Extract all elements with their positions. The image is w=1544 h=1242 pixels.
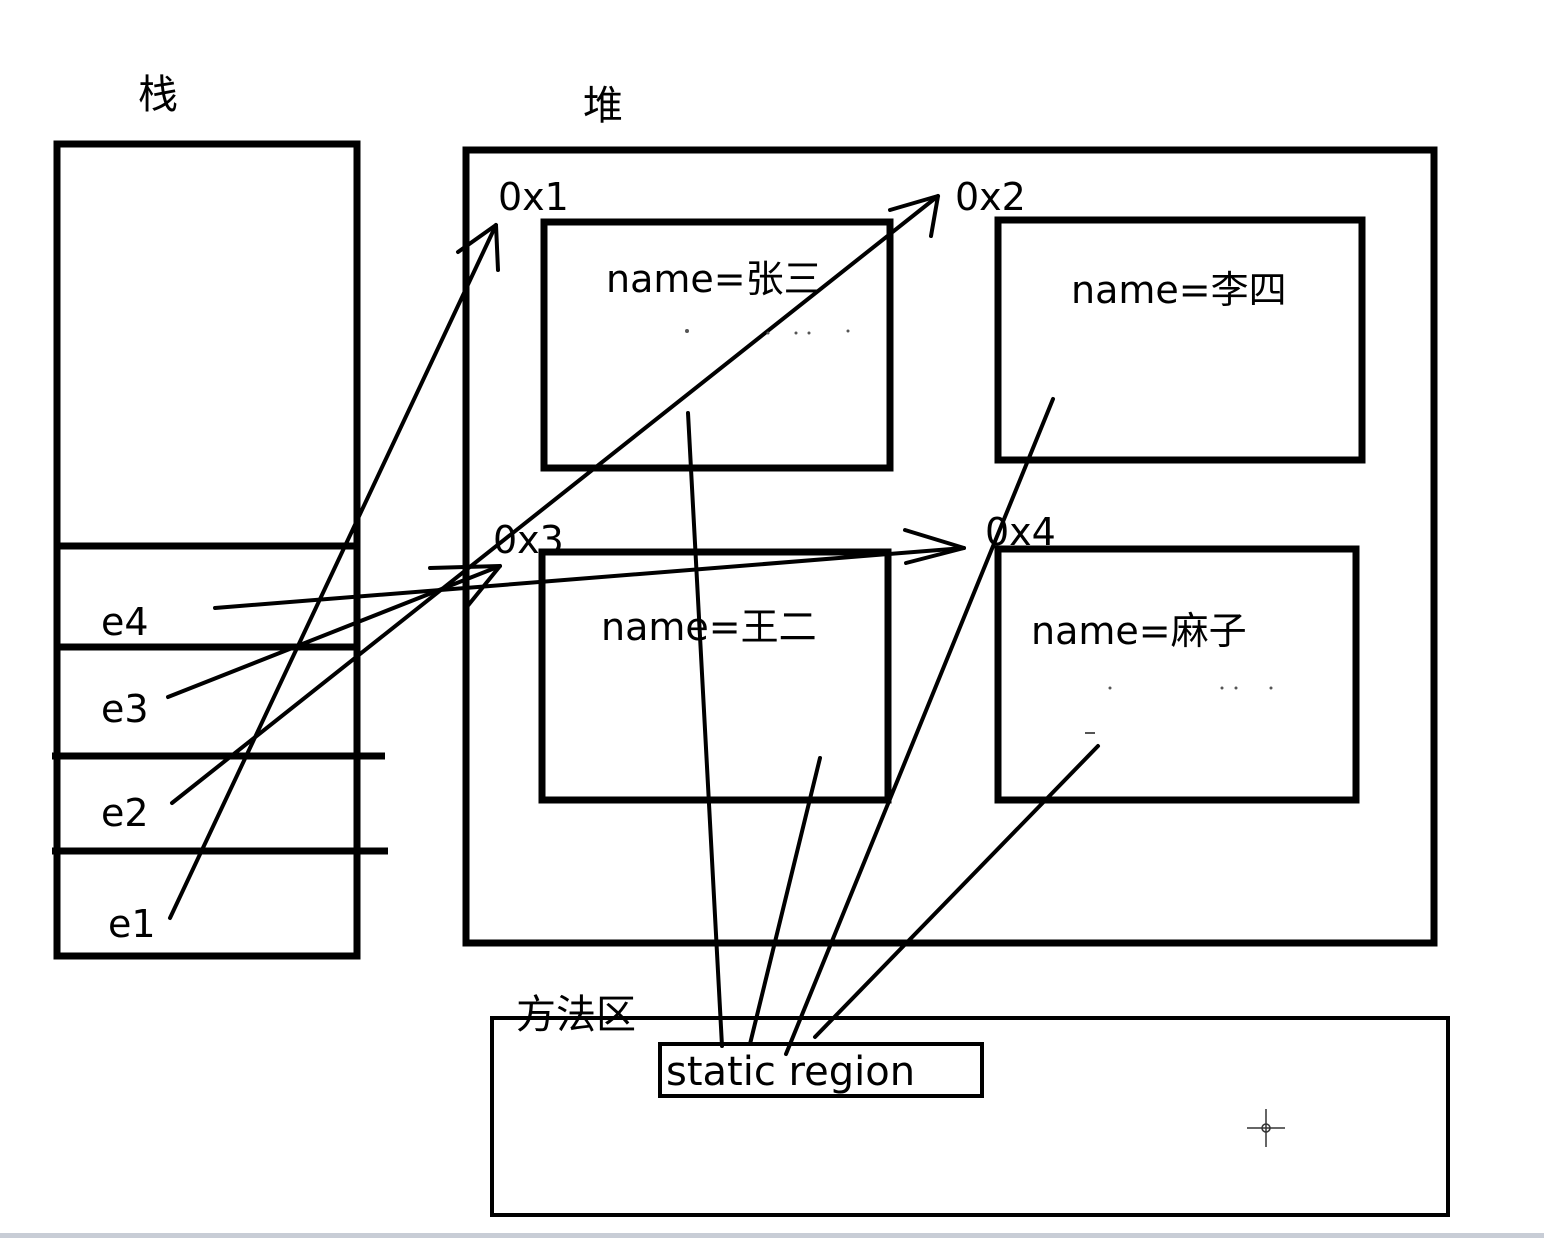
method-area-box [490, 1016, 1450, 1217]
window-bottom-edge [0, 1233, 1544, 1238]
static-region-label: static region [666, 1049, 915, 1095]
diagram-svg: 栈 堆 e4 e3 e2 e1 0x1 name=张三 0x2 name=李四 … [52, 72, 1450, 1217]
object-field: name=王二 [601, 605, 817, 649]
memory-diagram: 栈 堆 e4 e3 e2 e1 0x1 name=张三 0x2 name=李四 … [0, 0, 1544, 1238]
arrow-e2-to-0x2 [170, 194, 940, 805]
object-field: name=李四 [1071, 268, 1287, 312]
object-0x4: 0x4 name=麻子 [985, 510, 1360, 804]
static-pointers [686, 397, 1100, 1056]
object-field: name=张三 [606, 257, 822, 301]
static-to-0x4 [813, 744, 1100, 1039]
heap-title: 堆 [583, 83, 623, 129]
arrow-e3-to-0x3 [166, 564, 502, 699]
crosshair-cursor-icon [1247, 1109, 1285, 1147]
object-0x1: 0x1 name=张三 [498, 175, 894, 472]
static-to-0x2 [784, 397, 1055, 1056]
stack-var-e4: e4 [101, 600, 149, 644]
stack-title: 栈 [138, 72, 178, 118]
arrow-e4-to-0x4 [213, 528, 966, 610]
stack-var-e2: e2 [101, 791, 149, 835]
object-address: 0x2 [955, 175, 1026, 219]
object-address: 0x1 [498, 175, 569, 219]
stack-var-e3: e3 [101, 687, 149, 731]
stack-var-e1: e1 [108, 902, 156, 946]
object-0x2: 0x2 name=李四 [955, 175, 1366, 464]
reference-arrows [166, 194, 966, 920]
object-field: name=麻子 [1031, 609, 1247, 653]
method-area-title: 方法区 [516, 992, 636, 1038]
object-address: 0x4 [985, 510, 1056, 554]
static-to-0x1 [686, 411, 724, 1048]
pen-specks [685, 329, 1273, 734]
arrow-e1-to-0x1 [168, 223, 500, 920]
